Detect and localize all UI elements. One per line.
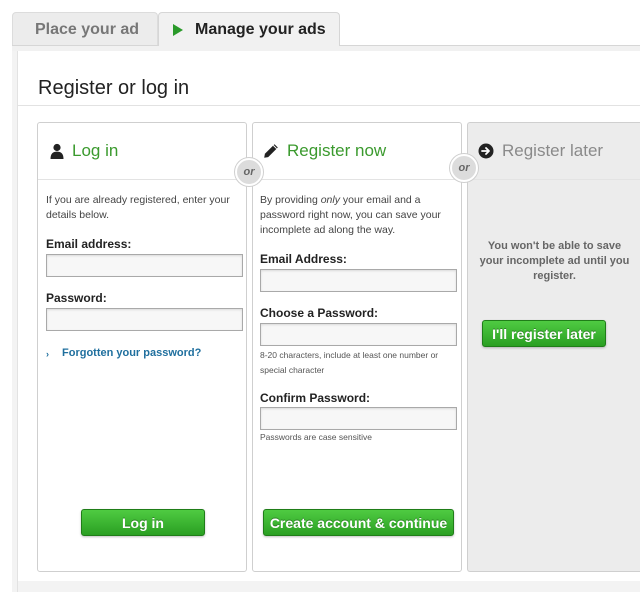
register-later-text: You won't be able to save your incomplet… (479, 240, 630, 282)
password-hint: 8-20 characters, include at least one nu… (260, 350, 439, 375)
confirm-password-field[interactable] (260, 407, 457, 430)
divider (38, 179, 246, 180)
tab-label: Manage your ads (195, 20, 326, 38)
choose-password-label: Choose a Password: (260, 306, 379, 320)
email-label: Email address: (46, 237, 132, 251)
pencil-icon (263, 143, 279, 159)
register-heading-label: Register now (287, 141, 387, 160)
email-label: Email Address: (260, 252, 347, 266)
login-button-label: Log in (122, 514, 164, 531)
confirm-password-label: Confirm Password: (260, 391, 371, 405)
login-password-field[interactable] (46, 308, 243, 331)
login-heading: Log in (38, 123, 246, 179)
tab-place-your-ad[interactable]: Place your ad (12, 12, 158, 46)
register-column: Register now By providing only your emai… (252, 122, 462, 572)
user-icon (50, 143, 64, 159)
register-heading: Register now (253, 123, 461, 179)
login-button[interactable]: Log in (81, 509, 205, 536)
forgot-password-link[interactable]: Forgotten your password? (62, 347, 201, 359)
register-later-column: Register later You won't be able to save… (467, 122, 640, 572)
chevron-right-icon: › (46, 349, 49, 359)
divider (253, 179, 461, 180)
login-heading-label: Log in (72, 141, 119, 160)
register-later-heading-label: Register later (502, 141, 604, 160)
tab-manage-your-ads[interactable]: Manage your ads (158, 12, 340, 46)
or-separator: or (235, 158, 263, 186)
divider (18, 105, 640, 106)
or-separator: or (450, 154, 478, 182)
register-description-emphasis: only (320, 194, 340, 206)
create-account-button-label: Create account & continue (269, 514, 448, 531)
login-column: Log in If you are already registered, en… (37, 122, 247, 572)
page-title: Register or log in (38, 77, 190, 99)
password-label: Password: (46, 291, 107, 305)
register-later-button-label: I'll register later (492, 325, 596, 342)
divider (468, 179, 640, 180)
tab-label: Place your ad (35, 20, 140, 38)
create-account-button[interactable]: Create account & continue (263, 509, 454, 536)
tab-bar: Place your ad Manage your ads (0, 0, 640, 51)
register-later-heading: Register later (468, 123, 640, 179)
play-icon (173, 23, 183, 36)
confirm-password-hint: Passwords are case sensitive (260, 432, 372, 442)
arrow-circle-icon (478, 143, 494, 159)
register-password-field[interactable] (260, 323, 457, 346)
login-email-field[interactable] (46, 254, 243, 277)
register-email-field[interactable] (260, 269, 457, 292)
register-description-start: By providing (260, 194, 321, 206)
register-later-button[interactable]: I'll register later (482, 320, 606, 347)
register-description: By providing only your email and a passw… (260, 193, 460, 238)
panel-footer (18, 581, 640, 592)
login-description: If you are already registered, enter you… (46, 194, 230, 221)
